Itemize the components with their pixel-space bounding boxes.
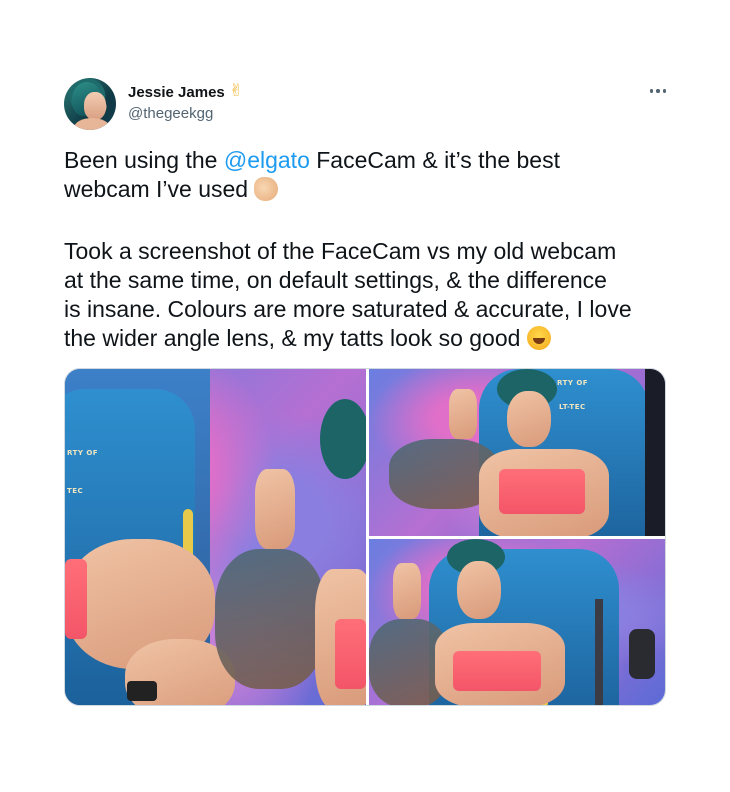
hair-bun: [320, 399, 366, 479]
face: [457, 561, 501, 619]
more-dot: [649, 89, 654, 93]
tears-of-joy-icon: [526, 326, 551, 350]
more-dot: [662, 89, 667, 93]
author-handle[interactable]: @thegeekgg: [128, 105, 213, 122]
peace-sign-hand: [393, 563, 421, 619]
tweet-text: the wider angle lens, & my tatts look so…: [64, 325, 527, 351]
mic-stand: [645, 369, 665, 536]
sports-top: [335, 619, 366, 689]
microphone: [629, 629, 655, 679]
peace-sign-hand: [255, 469, 295, 549]
mic-stand: [595, 599, 603, 705]
sports-top: [499, 469, 585, 514]
tweet-text: FaceCam & it’s the best: [309, 147, 560, 173]
sports-top: [453, 651, 541, 691]
tweet-text-paragraph-1: Been using the @elgato FaceCam & it’s th…: [64, 146, 684, 204]
mention-link[interactable]: @elgato: [224, 147, 310, 173]
chair-logo-text: LT-TEC: [559, 403, 586, 411]
author-avatar[interactable]: [64, 78, 116, 130]
tweet-card: Jessie James ✌ @thegeekgg Been using the…: [0, 0, 730, 792]
sports-top: [65, 559, 87, 639]
chair-logo-text: RTY OF: [557, 379, 589, 387]
peace-hand-icon: ✌: [229, 81, 244, 100]
chair-logo-text: RTY OF: [67, 449, 99, 457]
author-display-name[interactable]: Jessie James: [128, 84, 225, 101]
face: [507, 391, 551, 447]
media-photo-facecam-1[interactable]: RTY OF LT-TEC: [369, 369, 665, 536]
tweet-text: webcam I’ve used: [64, 176, 255, 202]
peace-sign-hand: [449, 389, 477, 439]
tweet-text: is insane. Colours are more saturated & …: [64, 296, 632, 322]
avatar-face: [84, 92, 106, 120]
tweet-text-paragraph-2: Took a screenshot of the FaceCam vs my o…: [64, 237, 684, 353]
chair-logo-text: TEC: [67, 487, 84, 495]
media-photo-old-webcam[interactable]: RTY OF TEC: [65, 369, 366, 705]
avatar-shoulder: [74, 118, 110, 130]
clapping-hands-icon: [254, 177, 279, 201]
media-grid: RTY OF TEC RTY OF LT-TEC: [64, 368, 666, 706]
more-dot: [656, 89, 660, 93]
tweet-text: Been using the: [64, 147, 224, 173]
tweet-text: Took a screenshot of the FaceCam vs my o…: [64, 238, 617, 264]
tweet-text: at the same time, on default settings, &…: [64, 267, 607, 293]
watch: [127, 681, 157, 701]
more-options-icon[interactable]: [648, 84, 668, 98]
media-photo-facecam-2[interactable]: [369, 539, 665, 705]
tattoo-sleeve: [215, 549, 325, 689]
